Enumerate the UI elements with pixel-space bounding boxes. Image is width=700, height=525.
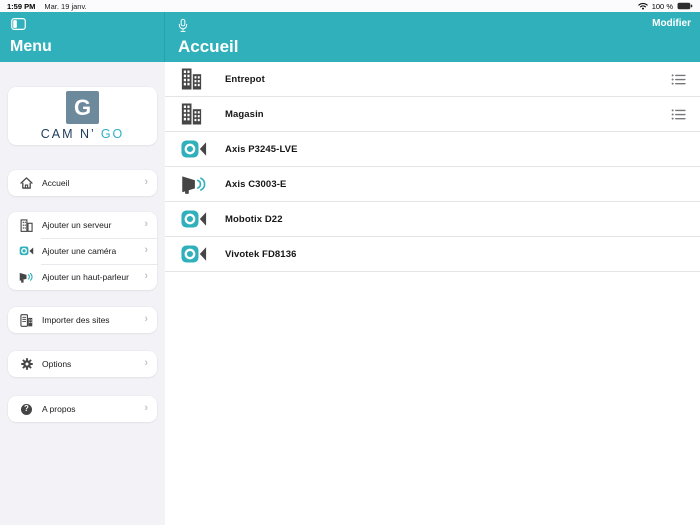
buildings-icon [181, 103, 211, 125]
main-content: Modifier Accueil Entrepot Magasin Axis P… [165, 12, 700, 525]
status-bar-right: 100 % [638, 2, 693, 11]
building-icon [19, 218, 34, 232]
sidebar-card-add-group: Ajouter un serveur › Ajouter une caméra [8, 212, 157, 290]
status-time: 1:59 PM [7, 1, 36, 11]
battery-icon [677, 2, 693, 10]
chevron-right-icon: › [144, 402, 148, 414]
list-item-label: Axis P3245-LVE [225, 143, 298, 155]
megaphone-icon [181, 175, 211, 194]
wifi-icon [638, 2, 648, 10]
megaphone-icon [19, 272, 34, 283]
sidebar-item-label: Ajouter une caméra [42, 246, 117, 256]
list-item-camera[interactable]: Vivotek FD8136 [165, 237, 700, 272]
sidebar-item-label: Ajouter un serveur [42, 220, 112, 230]
logo-text-primary: CAM N’ [40, 127, 96, 141]
list-item-speaker[interactable]: Axis C3003-E [165, 167, 700, 202]
page-title: Accueil [178, 37, 239, 56]
chevron-right-icon: › [144, 218, 148, 230]
sidebar-item-label: Ajouter un haut-parleur [42, 272, 129, 282]
main-header-top: Modifier [178, 18, 691, 33]
list-item-magasin[interactable]: Magasin [165, 97, 700, 132]
battery-percent: 100 % [651, 1, 673, 11]
question-icon: ? [19, 403, 34, 415]
list-bullet-icon[interactable] [671, 73, 686, 85]
status-bar: 1:59 PM Mar. 19 janv. 100 % [0, 0, 700, 12]
list-item-label: Vivotek FD8136 [225, 248, 297, 260]
main-header: Modifier Accueil [165, 12, 700, 62]
list-item-entrepot[interactable]: Entrepot [165, 62, 700, 97]
sidebar-header: Menu [0, 12, 165, 62]
camera-icon [181, 140, 211, 158]
app-body: Menu G CAM N’ GO Accueil › Ajouter un se… [0, 12, 700, 525]
logo-text-secondary: GO [100, 127, 125, 141]
chevron-right-icon: › [144, 270, 148, 282]
sidebar-card-accueil: Accueil › [8, 170, 157, 196]
microphone-icon[interactable] [178, 18, 188, 33]
sidebar-item-importer-sites[interactable]: Importer des sites › [8, 307, 157, 333]
home-icon [19, 177, 34, 189]
status-bar-left: 1:59 PM Mar. 19 janv. [7, 2, 87, 11]
app-screen: 1:59 PM Mar. 19 janv. 100 % Menu G CAM N… [0, 0, 700, 525]
camera-icon [181, 245, 211, 263]
sidebar-item-accueil[interactable]: Accueil › [8, 170, 157, 196]
logo-monogram-icon: G [66, 91, 99, 124]
sidebar-item-label: Accueil [42, 178, 70, 188]
gear-icon [19, 358, 34, 370]
list-item-label: Entrepot [225, 73, 265, 85]
chevron-right-icon: › [144, 176, 148, 188]
list-item-label: Magasin [225, 108, 264, 120]
list-item-label: Mobotix D22 [225, 213, 283, 225]
sidebar-item-a-propos[interactable]: ? A propos › [8, 396, 157, 422]
sidebar-item-ajouter-haut-parleur[interactable]: Ajouter un haut-parleur › [8, 264, 157, 290]
logo-wordmark: CAM N’ GO [41, 127, 125, 141]
device-list: Entrepot Magasin Axis P3245-LVE Axis C30… [165, 62, 700, 525]
sidebar-card-options: Options › [8, 351, 157, 377]
sidebar-toggle-icon[interactable] [10, 18, 26, 30]
logo-monogram: G [73, 94, 92, 120]
sidebar-body: G CAM N’ GO Accueil › Ajouter un serveur… [0, 62, 165, 525]
list-item-camera[interactable]: Mobotix D22 [165, 202, 700, 237]
sidebar-item-label: Importer des sites [42, 315, 110, 325]
edit-button[interactable]: Modifier [652, 18, 691, 29]
chevron-right-icon: › [144, 313, 148, 325]
sidebar-item-label: Options [42, 359, 72, 369]
list-item-label: Axis C3003-E [225, 178, 287, 190]
camera-icon [181, 210, 211, 228]
list-bullet-icon[interactable] [671, 108, 686, 120]
camera-icon [19, 246, 34, 256]
sidebar-item-options[interactable]: Options › [8, 351, 157, 377]
status-date: Mar. 19 janv. [44, 1, 87, 11]
sidebar: Menu G CAM N’ GO Accueil › Ajouter un se… [0, 12, 165, 525]
buildings-icon [181, 68, 211, 90]
chevron-right-icon: › [144, 357, 148, 369]
sidebar-item-label: A propos [42, 404, 76, 414]
chevron-right-icon: › [144, 244, 148, 256]
import-sites-icon [19, 313, 34, 327]
sidebar-title: Menu [10, 38, 52, 55]
sidebar-card-import: Importer des sites › [8, 307, 157, 333]
sidebar-item-ajouter-camera[interactable]: Ajouter une caméra › [8, 238, 157, 264]
list-item-camera[interactable]: Axis P3245-LVE [165, 132, 700, 167]
sidebar-card-apropos: ? A propos › [8, 396, 157, 422]
sidebar-item-ajouter-serveur[interactable]: Ajouter un serveur › [8, 212, 157, 238]
logo-card: G CAM N’ GO [8, 87, 157, 145]
